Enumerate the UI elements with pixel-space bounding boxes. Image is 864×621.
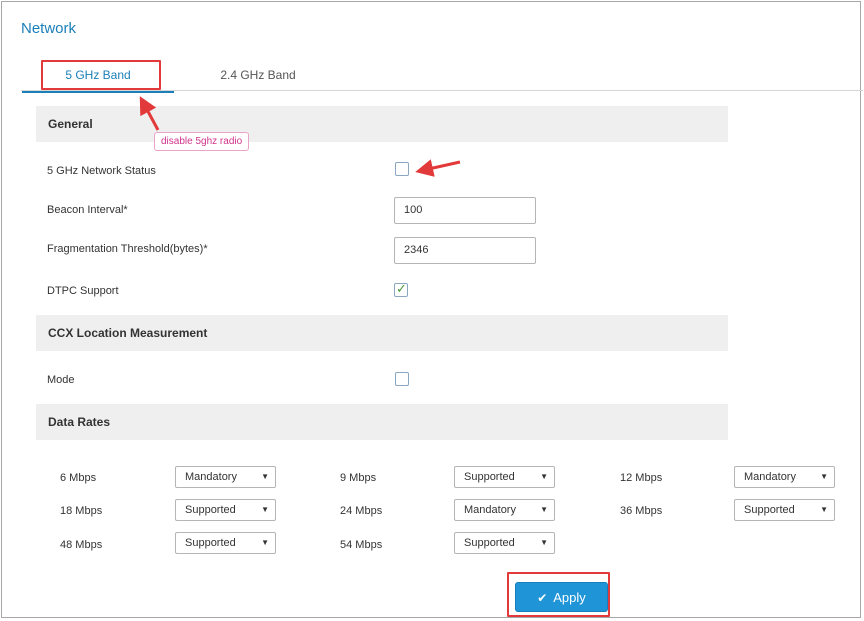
checkbox-annotation-arrow xyxy=(415,159,461,177)
network-panel: Network 5 GHz Band 2.4 GHz Band General … xyxy=(1,1,863,618)
annotation-arrows xyxy=(139,96,461,177)
annotation-callout: disable 5ghz radio xyxy=(154,132,250,151)
tab-annotation-arrow xyxy=(139,96,160,131)
